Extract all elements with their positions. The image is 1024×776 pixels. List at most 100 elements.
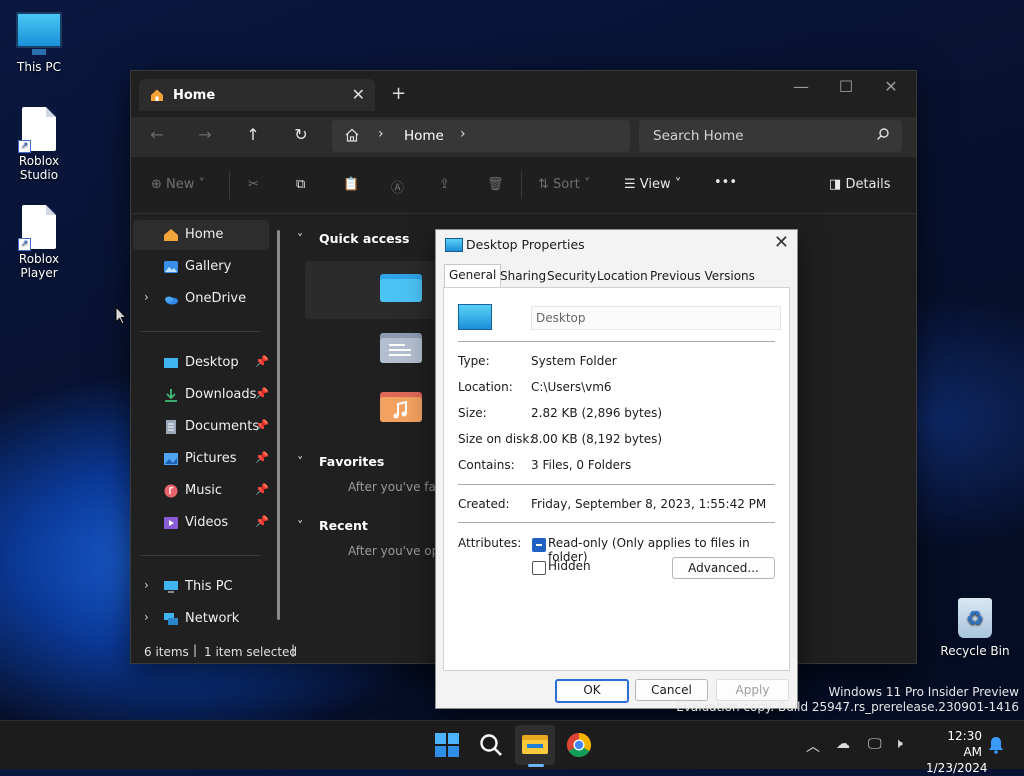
- cut-icon[interactable]: ✂: [248, 177, 259, 192]
- chevron-down-icon[interactable]: ˅: [297, 454, 303, 469]
- sidebar-item-videos[interactable]: Videos 📌: [133, 508, 269, 538]
- minimize-button[interactable]: —: [786, 77, 816, 96]
- rename-icon[interactable]: Ⓐ: [391, 177, 404, 196]
- maximize-button[interactable]: ☐: [831, 77, 861, 96]
- tab-previous-versions[interactable]: Previous Versions: [646, 266, 759, 287]
- music-folder-icon[interactable]: [379, 390, 423, 424]
- status-divider: |: [193, 643, 198, 657]
- ok-button[interactable]: OK: [555, 679, 629, 703]
- show-hidden-icons-chevron-icon[interactable]: ︿: [806, 736, 820, 756]
- details-label: Details: [845, 177, 891, 192]
- hidden-checkbox[interactable]: [532, 561, 546, 575]
- sidebar-item-onedrive[interactable]: › OneDrive: [133, 284, 269, 314]
- network-icon: [164, 613, 178, 625]
- watermark-line-2: Evaluation copy. Build 25947.rs_prerelea…: [676, 700, 1019, 714]
- pin-icon[interactable]: 📌: [255, 451, 269, 464]
- contains-value: 3 Files, 0 Folders: [531, 458, 632, 472]
- desktop-icon-recycle-bin[interactable]: ♻ Recycle Bin: [935, 598, 1015, 658]
- chevron-right-icon[interactable]: ›: [144, 578, 149, 592]
- new-button[interactable]: ⊕ New ˅: [151, 177, 205, 192]
- desktop-icon-roblox-player[interactable]: ↗ Roblox Player: [0, 205, 79, 280]
- tab-close-icon[interactable]: ✕: [352, 85, 365, 104]
- sidebar-item-home[interactable]: Home: [133, 220, 269, 250]
- paste-icon[interactable]: 📋: [343, 177, 359, 192]
- address-bar[interactable]: › Home ›: [332, 120, 630, 152]
- back-button[interactable]: ←: [145, 125, 169, 144]
- sidebar-scrollbar[interactable]: [277, 230, 280, 620]
- pin-icon[interactable]: 📌: [255, 483, 269, 496]
- copy-icon[interactable]: ⧉: [296, 177, 305, 192]
- location-label: Location:: [458, 380, 513, 394]
- recent-header[interactable]: ˅ Recent: [297, 518, 368, 533]
- evaluation-watermark: Windows 11 Pro Insider Preview Evaluatio…: [676, 685, 1019, 715]
- tab-sharing[interactable]: Sharing: [496, 266, 550, 287]
- watermark-line-1: Windows 11 Pro Insider Preview: [828, 685, 1019, 699]
- sort-icon: ⇅: [538, 177, 549, 192]
- quick-access-header[interactable]: ˅ Quick access: [297, 231, 410, 246]
- search-box[interactable]: Search Home: [639, 120, 902, 152]
- details-button[interactable]: ◨ Details: [829, 177, 891, 192]
- onedrive-offline-icon[interactable]: ☁: [836, 736, 850, 752]
- close-icon[interactable]: ✕: [774, 232, 789, 253]
- attributes-label: Attributes:: [458, 536, 522, 550]
- chevron-right-icon[interactable]: ›: [144, 610, 149, 624]
- more-options-button[interactable]: •••: [714, 175, 737, 190]
- sidebar-item-downloads[interactable]: Downloads 📌: [133, 380, 269, 410]
- refresh-button[interactable]: ↻: [289, 125, 313, 144]
- forward-button[interactable]: →: [193, 125, 217, 144]
- size-on-disk-label: Size on disk:: [458, 432, 534, 446]
- folder-name-field[interactable]: Desktop: [531, 306, 781, 330]
- close-button[interactable]: ✕: [876, 77, 906, 96]
- readonly-checkbox[interactable]: [532, 538, 546, 552]
- pin-icon[interactable]: 📌: [255, 515, 269, 528]
- chevron-down-icon[interactable]: ˅: [297, 518, 303, 533]
- tab-location[interactable]: Location: [593, 266, 652, 287]
- tab-general[interactable]: General: [444, 264, 502, 288]
- view-button[interactable]: ☰ View ˅: [624, 177, 681, 192]
- sort-button[interactable]: ⇅ Sort ˅: [538, 177, 590, 192]
- taskbar-file-explorer[interactable]: [515, 725, 555, 765]
- sidebar-item-desktop[interactable]: Desktop 📌: [133, 348, 269, 378]
- chevron-right-icon[interactable]: ›: [144, 290, 149, 304]
- desktop-icon-roblox-studio[interactable]: ↗ Roblox Studio: [0, 107, 79, 182]
- advanced-button[interactable]: Advanced...: [672, 557, 775, 579]
- notification-bell-icon[interactable]: [988, 736, 1004, 754]
- sidebar-item-music[interactable]: Music 📌: [133, 476, 269, 506]
- pin-icon[interactable]: 📌: [255, 387, 269, 400]
- pin-icon[interactable]: 📌: [255, 419, 269, 432]
- chrome-icon[interactable]: [565, 731, 593, 759]
- contains-label: Contains:: [458, 458, 515, 472]
- separator: [458, 484, 775, 485]
- start-windows-icon[interactable]: [433, 731, 461, 759]
- sidebar-item-pictures[interactable]: Pictures 📌: [133, 444, 269, 474]
- tab-security[interactable]: Security: [543, 266, 600, 287]
- clock-time: 12:30 AM: [947, 729, 982, 759]
- system-clock[interactable]: 12:30 AM 1/23/2024: [926, 728, 988, 776]
- breadcrumb[interactable]: Home: [404, 128, 444, 144]
- size-label: Size:: [458, 406, 487, 420]
- new-tab-button[interactable]: +: [391, 83, 406, 104]
- delete-icon[interactable]: 🗑: [487, 177, 504, 192]
- gallery-icon: [164, 261, 178, 273]
- search-icon[interactable]: [477, 731, 505, 759]
- pin-icon[interactable]: 📌: [255, 355, 269, 368]
- up-button[interactable]: ↑: [241, 125, 265, 144]
- chevron-down-icon: ˅: [674, 177, 682, 192]
- documents-folder-icon[interactable]: [379, 331, 423, 365]
- breadcrumb-chevron-icon[interactable]: ›: [460, 126, 466, 142]
- share-icon[interactable]: ⇪: [439, 177, 450, 192]
- quick-access-desktop-tile[interactable]: [305, 261, 445, 319]
- tab-home[interactable]: Home ✕: [139, 79, 375, 111]
- sidebar-item-network[interactable]: › Network: [133, 604, 269, 634]
- sidebar-item-documents[interactable]: Documents 📌: [133, 412, 269, 442]
- sidebar-item-gallery[interactable]: Gallery: [133, 252, 269, 282]
- search-input[interactable]: Search Home: [653, 128, 744, 144]
- chevron-down-icon[interactable]: ˅: [297, 231, 303, 246]
- sidebar-item-this-pc[interactable]: › This PC: [133, 572, 269, 602]
- hidden-checkbox-label[interactable]: Hidden: [548, 559, 591, 573]
- network-display-icon[interactable]: 🖵: [868, 736, 882, 752]
- desktop-icon-this-pc[interactable]: This PC: [0, 12, 79, 74]
- plus-circle-icon: ⊕: [151, 177, 162, 192]
- volume-muted-icon[interactable]: 🕨: [894, 736, 903, 752]
- favorites-header[interactable]: ˅ Favorites: [297, 454, 384, 469]
